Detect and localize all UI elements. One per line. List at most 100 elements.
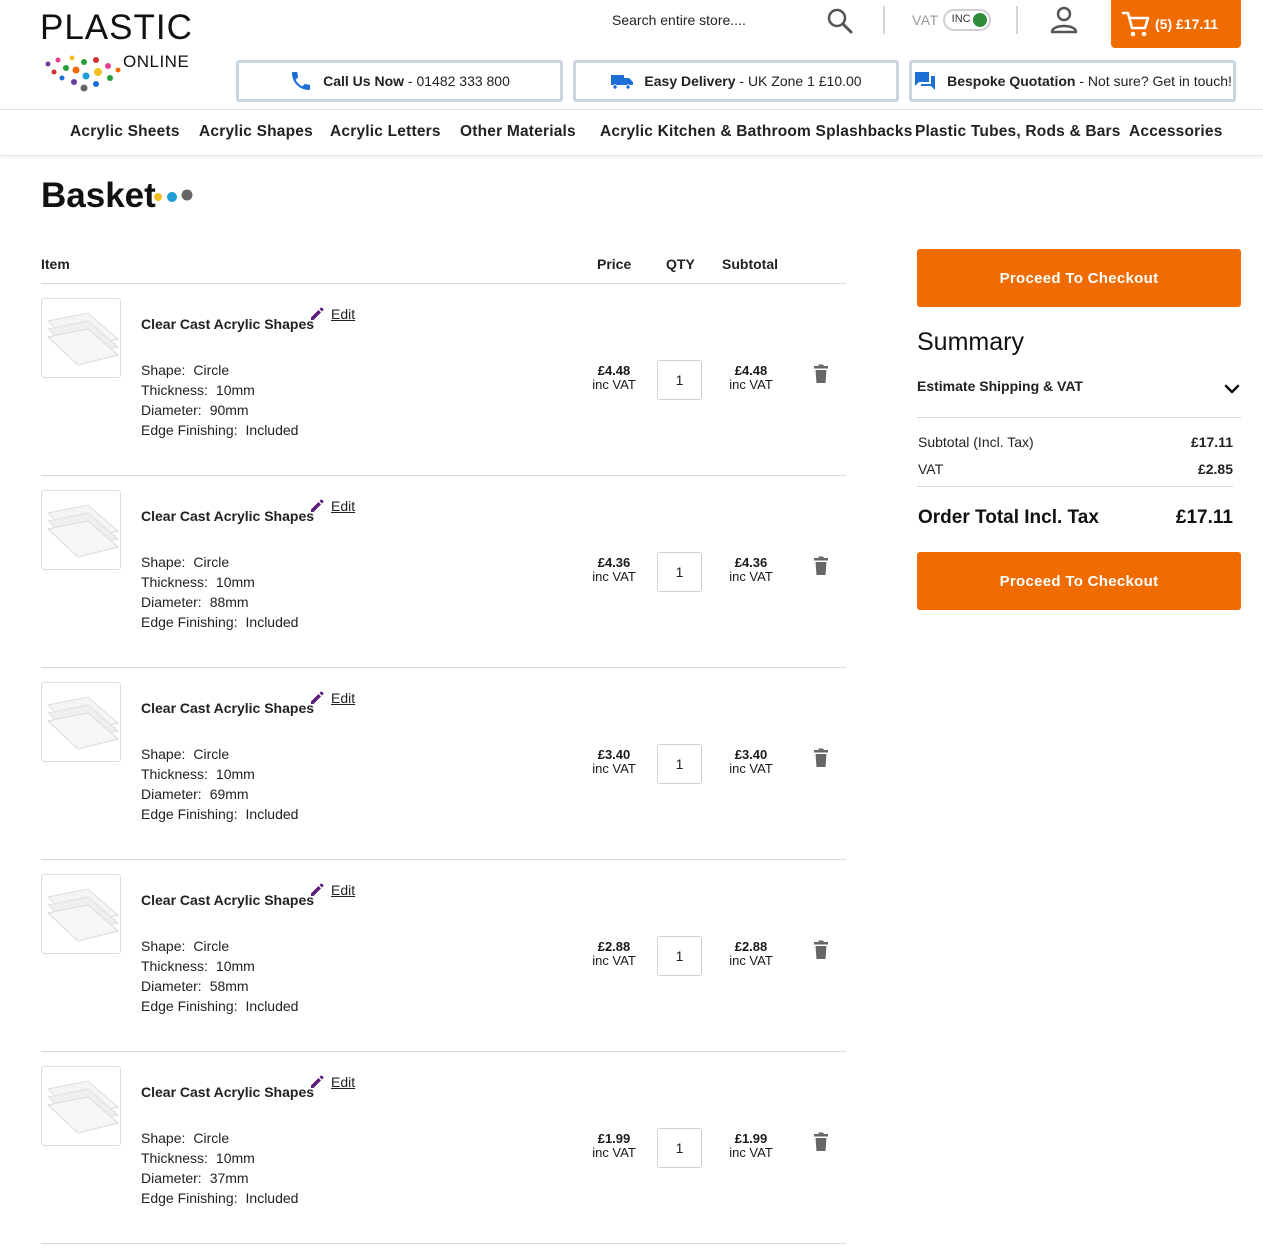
quantity-input[interactable]: 1	[657, 552, 702, 592]
trash-icon[interactable]	[811, 748, 831, 768]
option-thickness: Thickness: 10mm	[141, 956, 298, 976]
product-name[interactable]: Clear Cast Acrylic Shapes	[141, 700, 314, 716]
option-edge-finishing: Edge Finishing: Included	[141, 1188, 298, 1208]
quantity-input[interactable]: 1	[657, 936, 702, 976]
summary-vat-label: VAT	[918, 461, 944, 477]
delivery-banner[interactable]: Easy Delivery - UK Zone 1 £10.00	[573, 60, 899, 102]
summary-divider	[917, 417, 1241, 418]
item-price-value: £4.36	[597, 555, 631, 570]
acrylic-sheet-image	[46, 504, 120, 558]
option-value: Circle	[193, 938, 230, 954]
option-label: Thickness:	[141, 766, 208, 782]
option-label: Thickness:	[141, 574, 208, 590]
product-name[interactable]: Clear Cast Acrylic Shapes	[141, 508, 314, 524]
logo-text-bottom: ONLINE	[123, 52, 190, 71]
nav-item-accessories[interactable]: Accessories	[1129, 123, 1223, 141]
inc-vat-label: inc VAT	[592, 569, 636, 584]
item-price: £4.48 inc VAT	[581, 364, 647, 392]
nav-item-acrylic-shapes[interactable]: Acrylic Shapes	[199, 123, 313, 141]
site-logo[interactable]: PLASTIC ONLINE	[40, 10, 195, 94]
option-shape: Shape: Circle	[141, 936, 298, 956]
edit-label[interactable]: Edit	[331, 1074, 355, 1090]
inc-vat-label: inc VAT	[592, 761, 636, 776]
item-subtotal-value: £4.36	[734, 555, 768, 570]
option-shape: Shape: Circle	[141, 744, 298, 764]
edit-item-link[interactable]: Edit	[309, 690, 355, 706]
option-value: 58mm	[209, 978, 249, 994]
trash-icon[interactable]	[811, 556, 831, 576]
chevron-down-icon[interactable]	[1223, 380, 1241, 398]
vat-toggle[interactable]: INC	[942, 9, 991, 31]
search-icon[interactable]	[825, 6, 855, 36]
option-label: Edge Finishing:	[141, 806, 238, 822]
option-edge-finishing: Edge Finishing: Included	[141, 996, 298, 1016]
option-thickness: Thickness: 10mm	[141, 380, 298, 400]
option-diameter: Diameter: 69mm	[141, 784, 298, 804]
pencil-icon	[311, 691, 324, 704]
edit-item-link[interactable]: Edit	[309, 306, 355, 322]
edit-item-link[interactable]: Edit	[309, 882, 355, 898]
quantity-input[interactable]: 1	[657, 360, 702, 400]
product-thumbnail[interactable]	[41, 298, 121, 378]
cart-item-row: Clear Cast Acrylic Shapes Edit Shape: Circl…	[41, 668, 846, 860]
search-input[interactable]: Search entire store....	[612, 12, 746, 28]
option-label: Edge Finishing:	[141, 1190, 238, 1206]
product-thumbnail[interactable]	[41, 682, 121, 762]
phone-icon	[292, 72, 311, 90]
acrylic-sheet-image	[46, 1080, 120, 1134]
inc-vat-label: inc VAT	[729, 953, 773, 968]
product-name[interactable]: Clear Cast Acrylic Shapes	[141, 316, 314, 332]
summary-divider	[917, 486, 1233, 487]
vat-switch[interactable]: VAT INC	[912, 8, 991, 32]
edit-label[interactable]: Edit	[331, 498, 355, 514]
account-icon[interactable]	[1048, 4, 1080, 36]
item-subtotal: £1.99 inc VAT	[718, 1132, 784, 1160]
order-total-label: Order Total Incl. Tax	[918, 507, 1099, 528]
nav-item-acrylic-letters[interactable]: Acrylic Letters	[330, 123, 441, 141]
product-name[interactable]: Clear Cast Acrylic Shapes	[141, 892, 314, 908]
nav-item-tubes-rods-bars[interactable]: Plastic Tubes, Rods & Bars	[915, 123, 1121, 141]
option-diameter: Diameter: 90mm	[141, 400, 298, 420]
item-price-value: £3.40	[597, 747, 631, 762]
product-thumbnail[interactable]	[41, 874, 121, 954]
cart-item-row: Clear Cast Acrylic Shapes Edit Shape: Circl…	[41, 284, 846, 476]
proceed-to-checkout-button[interactable]: Proceed To Checkout	[917, 552, 1241, 610]
option-value: 10mm	[215, 958, 255, 974]
inc-vat-label: inc VAT	[729, 761, 773, 776]
nav-item-other-materials[interactable]: Other Materials	[460, 123, 576, 141]
summary-subtotal-value: £17.11	[1190, 434, 1233, 450]
edit-label[interactable]: Edit	[331, 690, 355, 706]
trash-icon[interactable]	[811, 1132, 831, 1152]
option-value: 69mm	[209, 786, 249, 802]
quantity-input[interactable]: 1	[657, 1128, 702, 1168]
item-subtotal-value: £2.88	[734, 939, 768, 954]
trash-icon[interactable]	[811, 940, 831, 960]
quantity-input[interactable]: 1	[657, 744, 702, 784]
edit-label[interactable]: Edit	[331, 306, 355, 322]
trash-icon[interactable]	[811, 364, 831, 384]
search-bar[interactable]: Search entire store....	[612, 6, 857, 36]
option-thickness: Thickness: 10mm	[141, 764, 298, 784]
option-value: Included	[245, 614, 299, 630]
proceed-to-checkout-button[interactable]: Proceed To Checkout	[917, 249, 1241, 307]
edit-label[interactable]: Edit	[331, 882, 355, 898]
edit-item-link[interactable]: Edit	[309, 1074, 355, 1090]
quotation-detail: - Not sure? Get in touch!	[1075, 73, 1232, 89]
option-value: Included	[245, 806, 299, 822]
truck-icon	[611, 75, 634, 90]
nav-item-acrylic-sheets[interactable]: Acrylic Sheets	[70, 123, 180, 141]
cart-item-row: Clear Cast Acrylic Shapes Edit Shape: Circl…	[41, 476, 846, 668]
estimate-shipping-toggle[interactable]: Estimate Shipping & VAT	[917, 378, 1241, 402]
quotation-banner[interactable]: Bespoke Quotation - Not sure? Get in tou…	[909, 60, 1236, 102]
column-header-qty: QTY	[666, 256, 695, 272]
call-us-banner[interactable]: Call Us Now - 01482 333 800	[236, 60, 563, 102]
product-thumbnail[interactable]	[41, 1066, 121, 1146]
product-thumbnail[interactable]	[41, 490, 121, 570]
item-price-value: £1.99	[597, 1131, 631, 1146]
nav-item-splashbacks[interactable]: Acrylic Kitchen & Bathroom Splashbacks	[600, 123, 913, 141]
option-label: Diameter:	[141, 978, 202, 994]
item-price: £1.99 inc VAT	[581, 1132, 647, 1160]
mini-cart-button[interactable]: (5) £17.11	[1111, 0, 1241, 48]
product-name[interactable]: Clear Cast Acrylic Shapes	[141, 1084, 314, 1100]
edit-item-link[interactable]: Edit	[309, 498, 355, 514]
